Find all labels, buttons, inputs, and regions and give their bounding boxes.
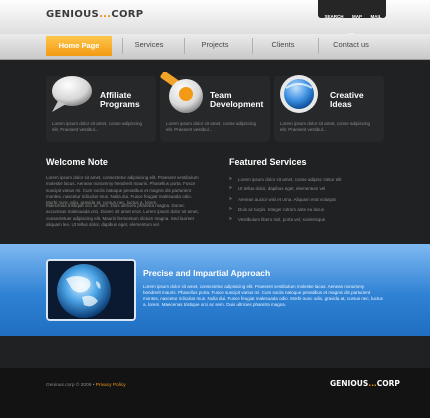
- nav-divider: [318, 38, 319, 54]
- logo-part1: GENIOUS: [46, 9, 100, 20]
- service-link[interactable]: Aenean auctor wisi et urna. Aliquam erat…: [238, 197, 336, 202]
- service-link[interactable]: Lorem ipsum dolor sit amet, conse adipis…: [238, 177, 342, 182]
- logo-part2: CORP: [376, 379, 400, 388]
- nav-projects[interactable]: Projects: [188, 34, 242, 58]
- arrow-icon: »: [229, 176, 232, 182]
- copyright: Genious.corp © 2009 • Privacy Policy: [46, 383, 126, 388]
- service-link[interactable]: Ut tellus dolor, dapibus eget, elementum…: [238, 186, 325, 191]
- feature-text: Lorem ipsum dolor sit amet, conse adipis…: [166, 121, 257, 132]
- feature-text: Lorem ipsum dolor sit amet, conse adipis…: [52, 121, 143, 132]
- page: GENIOUS...CORP SEARCH MAP MAIL US Home P…: [0, 0, 430, 418]
- welcome-title: Welcome Note: [46, 157, 108, 167]
- footer: Genious.corp © 2009 • Privacy Policy GEN…: [0, 368, 430, 418]
- nav-divider: [252, 38, 253, 54]
- feature-title: Affiliate Programs: [100, 90, 140, 109]
- arrow-icon: »: [229, 206, 232, 212]
- badge-icon: [160, 72, 203, 113]
- logo-dots: ...: [368, 379, 377, 388]
- feature-affiliate[interactable]: Affiliate Programs Lorem ipsum dolor sit …: [46, 76, 156, 142]
- feature-title: Team Development: [210, 90, 264, 109]
- logo-dots: ...: [99, 9, 112, 20]
- copyright-text: Genious.corp © 2009 •: [46, 383, 95, 388]
- footer-logo[interactable]: GENIOUS...CORP: [330, 379, 400, 388]
- privacy-policy-link[interactable]: Privacy Policy: [96, 383, 126, 388]
- speech-bubble-icon: [52, 76, 92, 112]
- arrow-icon: »: [229, 216, 232, 222]
- highlight-band: Precise and Impartial Approach Lorem ips…: [0, 244, 430, 336]
- services-title: Featured Services: [229, 157, 307, 167]
- feature-title: Creative Ideas: [330, 90, 364, 109]
- arrow-icon: »: [229, 185, 232, 191]
- globe-image: [46, 259, 136, 321]
- service-link[interactable]: Duis ac turpis. Integer rutrum ante eu l…: [238, 207, 324, 212]
- welcome-paragraph: Lorem ipsum dolor sit amet, consectetur …: [46, 175, 199, 206]
- nav-contact[interactable]: Contact us: [322, 34, 380, 58]
- feature-creative[interactable]: Creative Ideas Lorem ipsum dolor sit amet…: [274, 75, 384, 142]
- nav-services[interactable]: Services: [124, 34, 174, 58]
- nav-divider: [184, 38, 185, 54]
- arrow-icon: »: [229, 196, 232, 202]
- top-links: SEARCH MAP MAIL US: [318, 0, 386, 37]
- band-title: Precise and Impartial Approach: [143, 268, 271, 278]
- logo-part1: GENIOUS: [330, 379, 369, 388]
- welcome-paragraph: Maecenas tristique orci ac sem. Duis ult…: [46, 203, 199, 227]
- nav-divider: [122, 38, 123, 54]
- service-link[interactable]: Vestibulum libero nisl, porta vel, scele…: [238, 217, 325, 222]
- logo-part2: CORP: [111, 9, 144, 20]
- nav-clients[interactable]: Clients: [256, 34, 310, 58]
- feature-team[interactable]: Team Development Lorem ipsum dolor sit am…: [160, 72, 270, 142]
- feature-text: Lorem ipsum dolor sit amet, conse adipis…: [280, 121, 371, 132]
- disc-icon: [280, 75, 318, 113]
- band-text: Lorem ipsum dolor sit amet, consectetur …: [143, 284, 383, 307]
- logo[interactable]: GENIOUS...CORP: [46, 9, 143, 20]
- main-nav: Home Page Services Projects Clients Cont…: [0, 34, 430, 60]
- map-link[interactable]: MAP: [352, 14, 362, 19]
- globe-icon: [48, 261, 134, 319]
- header: GENIOUS...CORP SEARCH MAP MAIL US: [0, 0, 430, 37]
- search-link[interactable]: SEARCH: [325, 14, 344, 19]
- nav-home[interactable]: Home Page: [46, 36, 112, 56]
